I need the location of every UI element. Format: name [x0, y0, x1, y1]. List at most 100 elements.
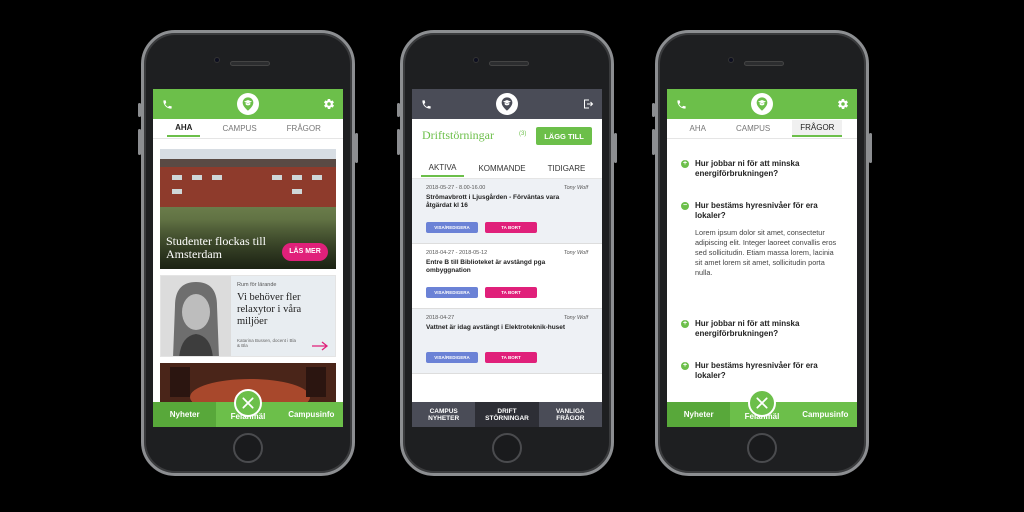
- app-header: [153, 89, 343, 119]
- window: [312, 175, 322, 180]
- nav-nyheter[interactable]: Nyheter: [667, 402, 731, 427]
- tab-fragor[interactable]: FRÅGOR: [279, 121, 329, 136]
- volume-up-button: [397, 129, 400, 155]
- minus-icon[interactable]: −: [681, 202, 689, 210]
- item-description: Strömavbrott i Ljusgården - Förväntas va…: [426, 194, 560, 209]
- window: [292, 175, 302, 180]
- nav-vanliga-fragor[interactable]: VANLIGA FRÅGOR: [539, 402, 602, 427]
- window: [212, 175, 222, 180]
- phone-frame-3: AHA CAMPUS FRÅGOR + Hur jobbar ni för att…: [652, 30, 872, 476]
- view-edit-button[interactable]: VISA/REDIGERA: [426, 287, 478, 298]
- item-description: Vattnet är idag avstängt i Elektroteknik…: [426, 324, 566, 331]
- view-edit-button[interactable]: VISA/REDIGERA: [426, 352, 478, 363]
- add-button[interactable]: LÄGG TILL: [536, 127, 592, 145]
- power-button: [614, 133, 617, 163]
- nav-campusinfo[interactable]: Campusinfo: [794, 402, 857, 427]
- tab-campus[interactable]: CAMPUS: [214, 121, 264, 136]
- item-date: 2018-05-27 - 8.00-16.00: [426, 185, 486, 191]
- delete-button[interactable]: TA BORT: [485, 222, 537, 233]
- front-camera: [473, 57, 479, 63]
- faq-question: Hur jobbar ni för att minska energiförbr…: [695, 159, 800, 178]
- faq-item-expanded[interactable]: − Hur bestäms hyresnivåer för era lokaler…: [681, 201, 843, 278]
- phone-icon[interactable]: [418, 96, 434, 112]
- count-badge: (3): [519, 131, 527, 137]
- item-author: Tony Wolf: [563, 250, 588, 256]
- tab-kommande[interactable]: KOMMANDE: [470, 161, 533, 176]
- app-header: [667, 89, 857, 119]
- card-title: Vi behöver fler relaxytor i våra miljöer: [237, 292, 302, 327]
- nav-campus-nyheter[interactable]: CAMPUS NYHETER: [412, 402, 475, 427]
- app-header: [412, 89, 602, 119]
- nav-label-line1: DRIFT: [497, 407, 517, 415]
- phone-icon[interactable]: [159, 96, 175, 112]
- faq-item[interactable]: + Hur jobbar ni för att minska energiförb…: [681, 159, 843, 179]
- delete-button[interactable]: TA BORT: [485, 287, 537, 298]
- plus-icon[interactable]: +: [681, 362, 689, 370]
- disruption-item[interactable]: 2018-05-27 - 8.00-16.00 Tony Wolf Ströma…: [412, 179, 602, 244]
- delete-button[interactable]: TA BORT: [485, 352, 537, 363]
- faq-item[interactable]: + Hur bestäms hyresnivåer för era lokaler…: [681, 361, 843, 381]
- power-button: [355, 133, 358, 163]
- logout-icon[interactable]: [580, 96, 596, 112]
- news-card-opinion[interactable]: Rum för lärande Vi behöver fler relaxyto…: [160, 275, 336, 357]
- tab-bar: AHA CAMPUS FRÅGOR: [667, 119, 857, 139]
- mute-switch: [652, 103, 655, 117]
- item-description: Entre B till Biblioteket är avstängd pga…: [426, 259, 546, 274]
- tab-bar: AKTIVA KOMMANDE TIDIGARE: [412, 159, 602, 179]
- item-author: Tony Wolf: [563, 315, 588, 321]
- logo-icon: [751, 93, 773, 115]
- tab-tidigare[interactable]: TIDIGARE: [540, 161, 594, 176]
- home-button: [747, 433, 777, 463]
- disruption-item[interactable]: 2018-04-27 - 2018-05-12 Tony Wolf Entre …: [412, 244, 602, 309]
- tools-icon[interactable]: [234, 389, 262, 417]
- nav-driftstorningar[interactable]: DRIFT STÖRNINGAR: [475, 402, 539, 427]
- plus-icon[interactable]: +: [681, 160, 689, 168]
- arrow-right-icon[interactable]: [311, 338, 329, 356]
- gear-icon[interactable]: [835, 96, 851, 112]
- speaker-grille: [744, 61, 784, 66]
- tab-aha[interactable]: AHA: [682, 121, 714, 136]
- nav-campusinfo[interactable]: Campusinfo: [280, 402, 343, 427]
- gear-icon[interactable]: [321, 96, 337, 112]
- tab-fragor[interactable]: FRÅGOR: [792, 120, 843, 137]
- speaker-grille: [489, 61, 529, 66]
- faq-item[interactable]: + Hur jobbar ni för att minska energiförb…: [681, 319, 843, 339]
- plus-icon[interactable]: +: [681, 320, 689, 328]
- view-edit-button[interactable]: VISA/REDIGERA: [426, 222, 478, 233]
- speaker-grille: [230, 61, 270, 66]
- nav-label-line1: VANLIGA: [555, 407, 585, 415]
- item-date: 2018-04-27 - 2018-05-12: [426, 250, 488, 256]
- nav-label-line2: FRÅGOR: [556, 414, 585, 422]
- tools-icon[interactable]: [748, 389, 776, 417]
- bottom-nav: CAMPUS NYHETER DRIFT STÖRNINGAR VANLIGA …: [412, 402, 602, 427]
- volume-up-button: [652, 129, 655, 155]
- window: [192, 175, 202, 180]
- author-portrait-image: [161, 276, 231, 356]
- logo-icon: [496, 93, 518, 115]
- tab-campus[interactable]: CAMPUS: [728, 121, 778, 136]
- nav-nyheter[interactable]: Nyheter: [153, 402, 217, 427]
- campus-building-image: [160, 167, 336, 207]
- phone-icon[interactable]: [673, 96, 689, 112]
- faq-question: Hur bestäms hyresnivåer för era lokaler?: [695, 201, 818, 220]
- nav-label-line1: CAMPUS: [429, 407, 458, 415]
- faq-question: Hur jobbar ni för att minska energiförbr…: [695, 319, 800, 338]
- tab-aktiva[interactable]: AKTIVA: [420, 160, 465, 177]
- app-screen-faq: AHA CAMPUS FRÅGOR + Hur jobbar ni för att…: [667, 89, 857, 427]
- logo-icon: [237, 93, 259, 115]
- window: [172, 175, 182, 180]
- app-screen-news: AHA CAMPUS FRÅGOR Studenter flockas till…: [153, 89, 343, 427]
- mute-switch: [138, 103, 141, 117]
- mute-switch: [397, 103, 400, 117]
- tab-bar: AHA CAMPUS FRÅGOR: [153, 119, 343, 139]
- disruption-item[interactable]: 2018-04-27 Tony Wolf Vattnet är idag avs…: [412, 309, 602, 374]
- window: [172, 189, 182, 194]
- item-author: Tony Wolf: [563, 185, 588, 191]
- card-kicker: Rum för lärande: [237, 282, 277, 288]
- read-more-button[interactable]: LÄS MER: [282, 243, 328, 261]
- phone-frame-2: Driftstörningar (3) LÄGG TILL AKTIVA KOM…: [397, 30, 617, 476]
- app-screen-disruptions: Driftstörningar (3) LÄGG TILL AKTIVA KOM…: [412, 89, 602, 427]
- news-card-featured[interactable]: Studenter flockas till Amsterdam LÄS MER: [160, 149, 336, 269]
- window: [292, 189, 302, 194]
- tab-aha[interactable]: AHA: [167, 120, 201, 137]
